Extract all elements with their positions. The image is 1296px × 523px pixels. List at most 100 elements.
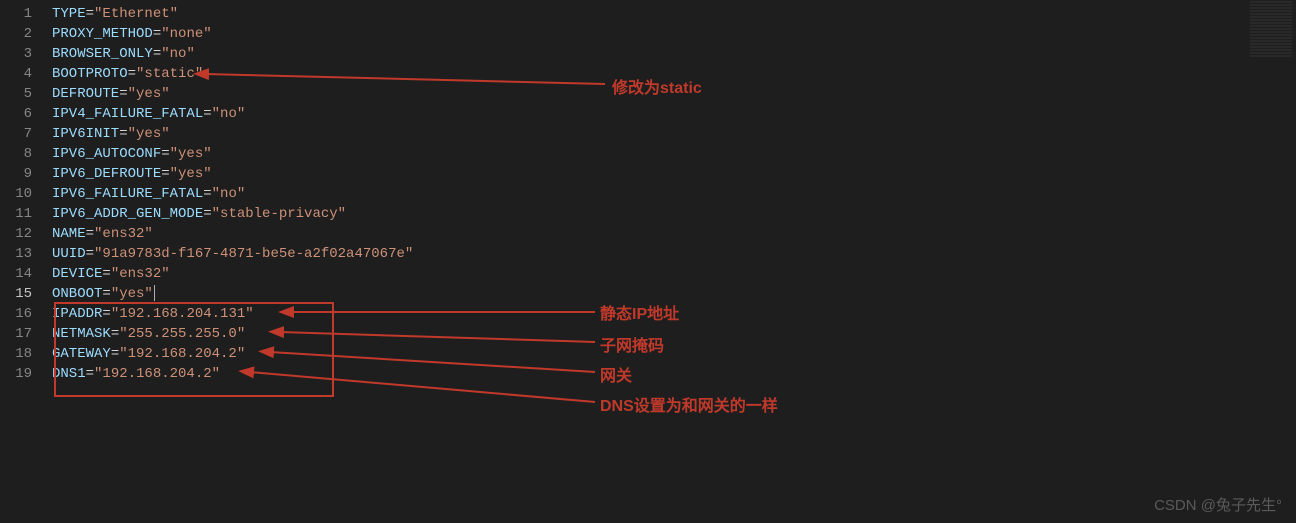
watermark: CSDN @兔子先生° — [1154, 494, 1282, 515]
config-key: IPV6_DEFROUTE — [52, 166, 161, 182]
config-value: "yes" — [170, 166, 212, 182]
minimap[interactable] — [1246, 0, 1296, 523]
code-line[interactable]: NETMASK="255.255.255.0" — [52, 324, 1296, 344]
code-line[interactable]: NAME="ens32" — [52, 224, 1296, 244]
config-value: "yes" — [111, 286, 153, 302]
equals-sign: = — [203, 186, 211, 202]
code-line[interactable]: GATEWAY="192.168.204.2" — [52, 344, 1296, 364]
line-number: 2 — [0, 24, 32, 44]
config-value: "none" — [161, 26, 211, 42]
line-number: 15 — [0, 284, 32, 304]
line-number: 3 — [0, 44, 32, 64]
code-line[interactable]: IPV6INIT="yes" — [52, 124, 1296, 144]
config-value: "yes" — [170, 146, 212, 162]
line-number: 4 — [0, 64, 32, 84]
config-value: "static" — [136, 66, 203, 82]
config-key: UUID — [52, 246, 86, 262]
config-key: NAME — [52, 226, 86, 242]
line-number: 17 — [0, 324, 32, 344]
equals-sign: = — [161, 146, 169, 162]
code-line[interactable]: DEVICE="ens32" — [52, 264, 1296, 284]
line-number: 1 — [0, 4, 32, 24]
config-key: PROXY_METHOD — [52, 26, 153, 42]
code-line[interactable]: IPV6_DEFROUTE="yes" — [52, 164, 1296, 184]
line-number: 12 — [0, 224, 32, 244]
config-value: "no" — [212, 186, 246, 202]
minimap-line — [1250, 28, 1292, 30]
minimap-line — [1250, 34, 1292, 36]
minimap-line — [1250, 37, 1292, 39]
config-key: IPV6_AUTOCONF — [52, 146, 161, 162]
config-key: DNS1 — [52, 366, 86, 382]
config-key: IPV4_FAILURE_FATAL — [52, 106, 203, 122]
config-key: IPV6_ADDR_GEN_MODE — [52, 206, 203, 222]
config-value: "yes" — [128, 86, 170, 102]
line-number: 18 — [0, 344, 32, 364]
minimap-line — [1250, 46, 1292, 48]
code-line[interactable]: IPADDR="192.168.204.131" — [52, 304, 1296, 324]
equals-sign: = — [102, 286, 110, 302]
line-number: 16 — [0, 304, 32, 324]
config-key: GATEWAY — [52, 346, 111, 362]
equals-sign: = — [203, 206, 211, 222]
config-value: "255.255.255.0" — [119, 326, 245, 342]
minimap-line — [1250, 43, 1292, 45]
annotation-dns: DNS设置为和网关的一样 — [600, 392, 778, 416]
equals-sign: = — [86, 246, 94, 262]
equals-sign: = — [128, 66, 136, 82]
code-line[interactable]: ONBOOT="yes" — [52, 284, 1296, 304]
config-key: DEVICE — [52, 266, 102, 282]
config-key: NETMASK — [52, 326, 111, 342]
config-value: "Ethernet" — [94, 6, 178, 22]
equals-sign: = — [111, 326, 119, 342]
minimap-line — [1250, 40, 1292, 42]
config-value: "ens32" — [94, 226, 153, 242]
config-value: "no" — [161, 46, 195, 62]
minimap-line — [1250, 16, 1292, 18]
config-value: "91a9783d-f167-4871-be5e-a2f02a47067e" — [94, 246, 413, 262]
equals-sign: = — [111, 346, 119, 362]
equals-sign: = — [102, 266, 110, 282]
code-line[interactable]: BOOTPROTO="static" — [52, 64, 1296, 84]
line-number: 11 — [0, 204, 32, 224]
config-key: IPV6_FAILURE_FATAL — [52, 186, 203, 202]
line-number: 8 — [0, 144, 32, 164]
line-number: 10 — [0, 184, 32, 204]
minimap-line — [1250, 19, 1292, 21]
equals-sign: = — [86, 6, 94, 22]
code-line[interactable]: PROXY_METHOD="none" — [52, 24, 1296, 44]
code-line[interactable]: IPV4_FAILURE_FATAL="no" — [52, 104, 1296, 124]
config-key: IPV6INIT — [52, 126, 119, 142]
config-key: BROWSER_ONLY — [52, 46, 153, 62]
code-line[interactable]: UUID="91a9783d-f167-4871-be5e-a2f02a4706… — [52, 244, 1296, 264]
line-number: 14 — [0, 264, 32, 284]
text-cursor — [154, 285, 155, 301]
equals-sign: = — [86, 226, 94, 242]
code-line[interactable]: TYPE="Ethernet" — [52, 4, 1296, 24]
equals-sign: = — [161, 166, 169, 182]
config-value: "yes" — [128, 126, 170, 142]
minimap-line — [1250, 55, 1292, 57]
code-line[interactable]: BROWSER_ONLY="no" — [52, 44, 1296, 64]
equals-sign: = — [153, 26, 161, 42]
equals-sign: = — [86, 366, 94, 382]
line-number-gutter: 12345678910111213141516171819 — [0, 4, 52, 384]
minimap-line — [1250, 22, 1292, 24]
config-value: "no" — [212, 106, 246, 122]
code-line[interactable]: IPV6_ADDR_GEN_MODE="stable-privacy" — [52, 204, 1296, 224]
line-number: 6 — [0, 104, 32, 124]
minimap-line — [1250, 10, 1292, 12]
code-editor[interactable]: 12345678910111213141516171819 TYPE="Ethe… — [0, 0, 1296, 384]
config-value: "192.168.204.2" — [94, 366, 220, 382]
code-line[interactable]: DEFROUTE="yes" — [52, 84, 1296, 104]
equals-sign: = — [153, 46, 161, 62]
code-line[interactable]: IPV6_AUTOCONF="yes" — [52, 144, 1296, 164]
minimap-line — [1250, 52, 1292, 54]
code-area[interactable]: TYPE="Ethernet"PROXY_METHOD="none"BROWSE… — [52, 4, 1296, 384]
equals-sign: = — [203, 106, 211, 122]
minimap-line — [1250, 25, 1292, 27]
code-line[interactable]: IPV6_FAILURE_FATAL="no" — [52, 184, 1296, 204]
line-number: 9 — [0, 164, 32, 184]
code-line[interactable]: DNS1="192.168.204.2" — [52, 364, 1296, 384]
line-number: 5 — [0, 84, 32, 104]
